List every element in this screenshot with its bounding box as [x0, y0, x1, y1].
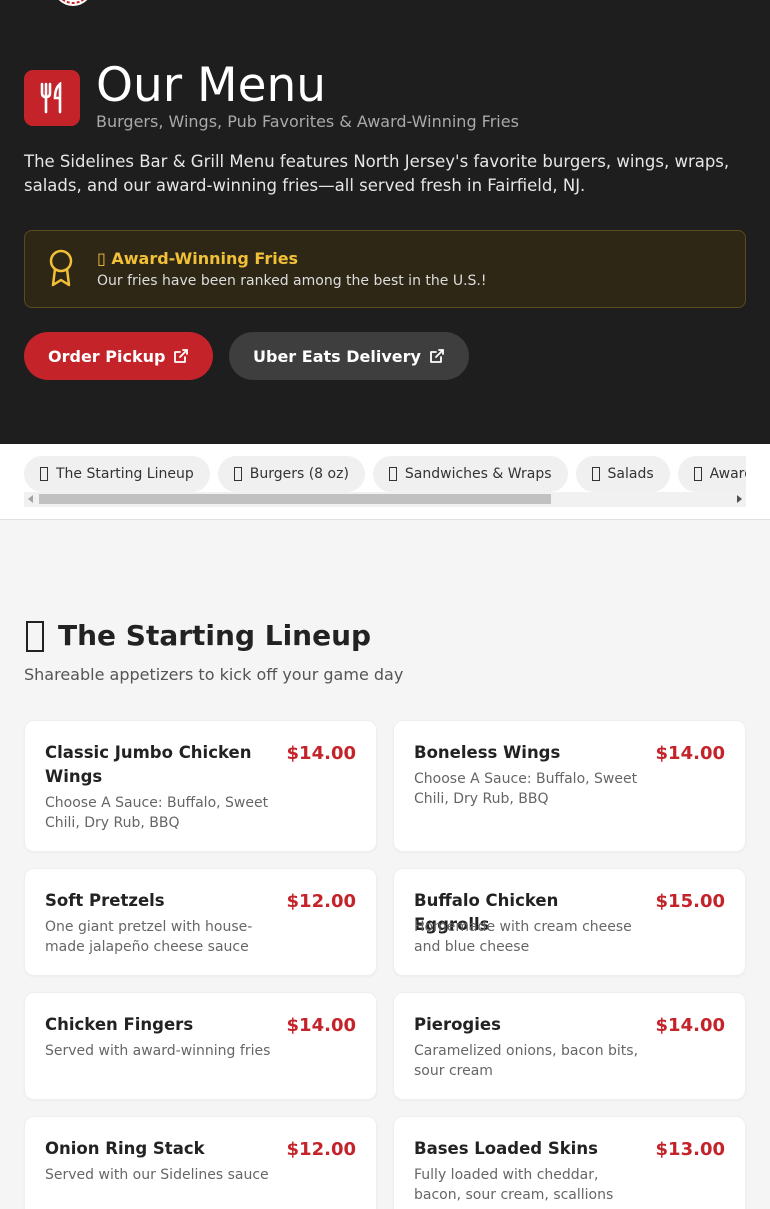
missing-glyph-icon [591, 467, 600, 481]
item-name: Classic Jumbo Chicken Wings [45, 743, 252, 786]
page-title: Our Menu [96, 58, 327, 113]
tab-starting-lineup[interactable]: The Starting Lineup [24, 456, 210, 492]
category-tabs: The Starting Lineup Burgers (8 oz) Sandw… [24, 456, 746, 492]
item-price: $12.00 [286, 891, 356, 912]
tabs-scrollbar[interactable] [24, 492, 746, 507]
menu-item-card[interactable]: Bases Loaded Skins $13.00 Fully loaded w… [393, 1116, 746, 1209]
item-description: Choose A Sauce: Buffalo, Sweet Chili, Dr… [45, 795, 269, 831]
external-link-icon [429, 348, 445, 364]
scroll-left-arrow-icon[interactable] [28, 495, 33, 503]
scrollbar-thumb[interactable] [39, 494, 551, 504]
external-link-icon [173, 348, 189, 364]
missing-glyph-icon [693, 467, 702, 481]
tab-sandwiches-wraps[interactable]: Sandwiches & Wraps [372, 456, 568, 492]
logo-badge[interactable] [52, 0, 94, 8]
item-price: $14.00 [655, 1015, 725, 1036]
page-subtitle: Burgers, Wings, Pub Favorites & Award-Wi… [96, 112, 519, 131]
section-title: The Starting Lineup [58, 619, 372, 652]
item-description: One giant pretzel with house-made jalape… [45, 919, 253, 955]
item-description: Served with award-winning fries [45, 1043, 271, 1059]
item-description: Homemade with cream cheese and blue chee… [414, 919, 632, 955]
item-price: $12.00 [286, 1139, 356, 1160]
section-subtitle: Shareable appetizers to kick off your ga… [24, 665, 404, 684]
order-pickup-button[interactable]: Order Pickup [24, 332, 213, 380]
menu-item-card[interactable]: Onion Ring Stack $12.00 Served with our … [24, 1116, 377, 1209]
item-name: Bases Loaded Skins [414, 1139, 598, 1158]
item-price: $15.00 [655, 891, 725, 912]
item-name: Boneless Wings [414, 743, 561, 762]
award-ribbon-icon [47, 249, 75, 291]
tab-salads[interactable]: Salads [575, 456, 670, 492]
order-pickup-label: Order Pickup [48, 346, 166, 366]
uber-eats-delivery-button[interactable]: Uber Eats Delivery [229, 332, 469, 380]
item-description: Fully loaded with cheddar, bacon, sour c… [414, 1167, 614, 1203]
award-text: Our fries have been ranked among the bes… [97, 273, 487, 289]
tab-label: The Starting Lineup [56, 466, 194, 482]
menu-item-card[interactable]: Pierogies $14.00 Caramelized onions, bac… [393, 992, 746, 1100]
tab-label: Salads [607, 466, 654, 482]
award-banner: ▯ Award-Winning Fries Our fries have bee… [24, 230, 746, 308]
utensils-icon [24, 70, 80, 126]
tab-label: Award-Winning Fries [709, 466, 746, 482]
tab-label: Sandwiches & Wraps [404, 466, 552, 482]
item-price: $14.00 [286, 1015, 356, 1036]
tab-award-winning-fries[interactable]: Award-Winning Fries [677, 456, 746, 492]
menu-item-card[interactable]: Chicken Fingers $14.00 Served with award… [24, 992, 377, 1100]
category-tabs-bar: The Starting Lineup Burgers (8 oz) Sandw… [0, 444, 770, 520]
item-price: $14.00 [286, 743, 356, 764]
item-description: Choose A Sauce: Buffalo, Sweet Chili, Dr… [414, 771, 638, 807]
intro-text: The Sidelines Bar & Grill Menu features … [24, 152, 730, 195]
tab-label: Burgers (8 oz) [249, 466, 349, 482]
item-name: Onion Ring Stack [45, 1139, 205, 1158]
item-description: Served with our Sidelines sauce [45, 1167, 269, 1183]
menu-item-card[interactable]: Boneless Wings $14.00 Choose A Sauce: Bu… [393, 720, 746, 852]
category-tabs-viewport: The Starting Lineup Burgers (8 oz) Sandw… [24, 456, 746, 492]
menu-item-card[interactable]: Buffalo Chicken Eggrolls $15.00 Homemade… [393, 868, 746, 976]
item-name: Chicken Fingers [45, 1015, 194, 1034]
missing-glyph-icon [233, 467, 242, 481]
missing-glyph-icon [40, 467, 48, 481]
section-icon [26, 621, 44, 652]
item-name: Pierogies [414, 1015, 501, 1034]
hero-header: Our Menu Burgers, Wings, Pub Favorites &… [0, 0, 770, 444]
missing-glyph-icon [388, 467, 397, 481]
menu-item-card[interactable]: Soft Pretzels $12.00 One giant pretzel w… [24, 868, 377, 976]
uber-eats-delivery-label: Uber Eats Delivery [253, 346, 421, 366]
award-title: ▯ Award-Winning Fries [97, 249, 299, 268]
item-price: $14.00 [655, 743, 725, 764]
item-description: Caramelized onions, bacon bits, sour cre… [414, 1043, 639, 1079]
tab-burgers[interactable]: Burgers (8 oz) [217, 456, 365, 492]
scroll-right-arrow-icon[interactable] [737, 495, 742, 503]
menu-item-card[interactable]: Classic Jumbo Chicken Wings $14.00 Choos… [24, 720, 377, 852]
item-price: $13.00 [655, 1139, 725, 1160]
item-name: Soft Pretzels [45, 891, 165, 910]
